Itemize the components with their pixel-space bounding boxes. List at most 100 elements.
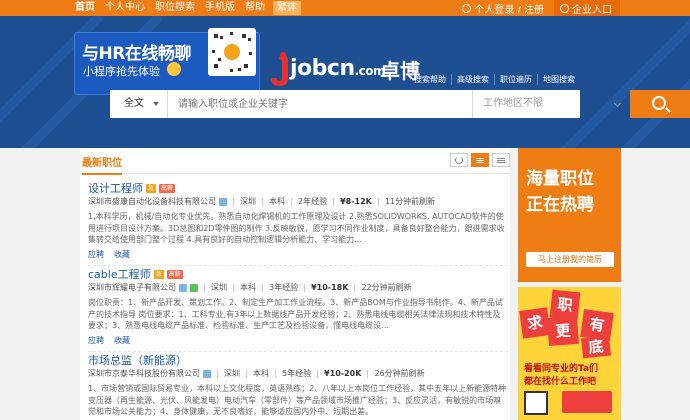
company-name[interactable]: 深圳市京泰华科技股份有限公司 <box>88 368 200 380</box>
keyword-search-input[interactable] <box>170 90 472 118</box>
save-link[interactable]: 收藏 <box>114 249 130 260</box>
nav-job-search[interactable]: 职位搜索 <box>150 0 200 16</box>
job-experience: 5年经验 <box>282 369 312 378</box>
top-nav-right: 个人登录 / 注册 企业入口 <box>462 0 620 16</box>
job-salary: ¥10-20K <box>324 369 362 378</box>
job-city: 深圳 <box>211 283 227 292</box>
divider <box>317 370 319 378</box>
divider <box>377 198 379 206</box>
job-browse-link[interactable]: 职位遍历 <box>494 74 537 85</box>
divider <box>204 284 205 292</box>
search-icon <box>652 96 666 110</box>
job-actions: 应聘 收藏 <box>88 335 508 346</box>
job-education: 本科 <box>240 283 256 292</box>
job-title[interactable]: 设计工程师 <box>88 180 143 196</box>
job-title[interactable]: cable工程师 <box>88 266 151 282</box>
job-experience: 2年经验 <box>298 197 328 206</box>
list-compact-icon <box>497 158 505 163</box>
verified-icon <box>219 198 227 206</box>
user-icon <box>462 3 472 13</box>
location-select[interactable]: 工作地区不限 <box>472 90 630 118</box>
nav-help[interactable]: 帮助 <box>240 0 270 16</box>
top-nav-links: 首页 个人中心 职位搜索 手机版 帮助 繁体 <box>70 0 301 16</box>
urgent-badge: 急 <box>153 269 164 279</box>
tab-latest-jobs[interactable]: 最新职位 <box>82 154 122 175</box>
ad-illustration <box>562 391 612 413</box>
register-resume-button[interactable]: 马上注册我的简历 <box>526 252 614 267</box>
corporate-entrance-button[interactable]: 企业入口 <box>554 0 620 16</box>
job-title-row: 市场总监（新能源） <box>88 352 508 368</box>
job-meta: 深圳市盛康自动化设备科技有限公司 深圳 本科 2年经验 ¥8-12K 11分钟前… <box>88 196 508 208</box>
company-name[interactable]: 深圳市辉耀电子有限公司 <box>88 282 176 294</box>
job-refresh-time: 11分钟前刷新 <box>384 197 436 206</box>
job-experience: 3年经验 <box>269 283 299 292</box>
ad-char: 更 <box>547 315 579 347</box>
divider <box>246 370 247 378</box>
search-help-link[interactable]: 搜索帮助 <box>409 74 451 85</box>
caret-down-icon <box>153 102 159 106</box>
list-detail-icon <box>476 158 484 163</box>
login-register-label: 个人登录 / 注册 <box>474 4 544 16</box>
chevron-down-icon <box>613 99 622 108</box>
search-category-select[interactable]: 全文 <box>110 90 168 118</box>
job-salary: ¥8-12K <box>340 197 372 206</box>
top-nav: 首页 个人中心 职位搜索 手机版 帮助 繁体 个人登录 / 注册 企业入口 <box>0 0 690 16</box>
job-description: 1.本科学历，机械/自动化专业优先。熟悉自动化焊锡机的工作原理及设计 2.熟悉S… <box>88 212 505 245</box>
mini-program-qr-code <box>208 28 256 76</box>
job-hunting-ad[interactable]: 求 职 更 有 底 看看同专业的Ta们 都在找什么工作吧 <box>518 287 621 420</box>
ad-headline-1: 海量职位 <box>526 169 594 189</box>
divider <box>291 198 292 206</box>
corporate-entrance-label: 企业入口 <box>572 4 612 16</box>
nav-mobile[interactable]: 手机版 <box>200 0 240 16</box>
ad-headline-2: 正在热聘 <box>526 195 594 215</box>
hot-jobs-ad[interactable]: 海量职位 正在热聘 马上注册我的简历 <box>518 148 621 282</box>
advanced-search-link[interactable]: 高级搜索 <box>451 74 494 85</box>
jobcn-j-logo-icon <box>271 52 288 86</box>
refresh-button[interactable] <box>450 153 468 167</box>
nav-traditional-chinese[interactable]: 繁体 <box>273 1 301 15</box>
apply-link[interactable]: 应聘 <box>88 249 104 260</box>
job-list-tabs: 最新职位 <box>80 148 510 175</box>
building-icon <box>560 3 569 13</box>
job-education: 本科 <box>253 369 269 378</box>
job-description: 岗位职责：1、新产品开发、策划工作。2、制定生产加工作业流程。3、新产品BOM与… <box>88 298 503 331</box>
promo-subtitle: 小程序抢先体验 <box>83 65 160 78</box>
verified-icon <box>179 284 187 292</box>
search-bar: 全文 工作地区不限 <box>110 90 690 118</box>
ad-qr-code <box>524 391 548 415</box>
detail-view-button[interactable] <box>471 153 489 167</box>
high-salary-badge: 高薪 <box>159 183 176 193</box>
header-banner: 与HR在线畅聊 小程序抢先体验 jobcn.com 卓博 搜索帮助 高级搜索 职… <box>0 16 690 148</box>
company-name[interactable]: 深圳市盛康自动化设备科技有限公司 <box>88 196 216 208</box>
divider <box>304 284 306 292</box>
nav-home[interactable]: 首页 <box>70 0 100 16</box>
job-meta: 深圳市辉耀电子有限公司 深圳 本科 3年经验 ¥10-18K 22分钟前刷新 <box>88 282 508 294</box>
view-toggle-group <box>450 153 510 167</box>
smile-emoji-icon <box>167 62 181 76</box>
search-button[interactable] <box>630 90 690 118</box>
ad-tagline-1: 看看同专业的Ta们 <box>524 364 599 374</box>
apply-link[interactable]: 应聘 <box>88 335 104 346</box>
job-item: 设计工程师 急 高薪 深圳市盛康自动化设备科技有限公司 深圳 本科 2年经验 ¥… <box>88 180 508 266</box>
divider <box>262 198 263 206</box>
refresh-icon <box>455 156 463 164</box>
compact-view-button[interactable] <box>492 153 510 167</box>
nav-personal-center[interactable]: 个人中心 <box>100 0 150 16</box>
search-sublinks: 搜索帮助 高级搜索 职位遍历 地图搜索 <box>409 74 580 85</box>
job-title-row: cable工程师 急 高薪 <box>88 266 508 282</box>
save-link[interactable]: 收藏 <box>114 335 130 346</box>
job-title[interactable]: 市场总监（新能源） <box>88 352 187 368</box>
divider <box>367 370 369 378</box>
job-refresh-time: 26分钟前刷新 <box>374 369 425 378</box>
high-salary-badge: 高薪 <box>166 269 183 279</box>
login-register-link[interactable]: 个人登录 / 注册 <box>462 1 544 16</box>
ad-char: 求 <box>519 307 551 339</box>
job-education: 本科 <box>269 197 285 206</box>
map-search-link[interactable]: 地图搜索 <box>537 74 580 85</box>
search-category-value: 全文 <box>124 98 144 109</box>
divider <box>275 370 276 378</box>
divider <box>233 198 234 206</box>
jobcn-logo[interactable]: jobcn.com <box>290 56 386 81</box>
job-actions: 应聘 收藏 <box>88 249 508 260</box>
job-salary: ¥10-18K <box>311 283 349 292</box>
